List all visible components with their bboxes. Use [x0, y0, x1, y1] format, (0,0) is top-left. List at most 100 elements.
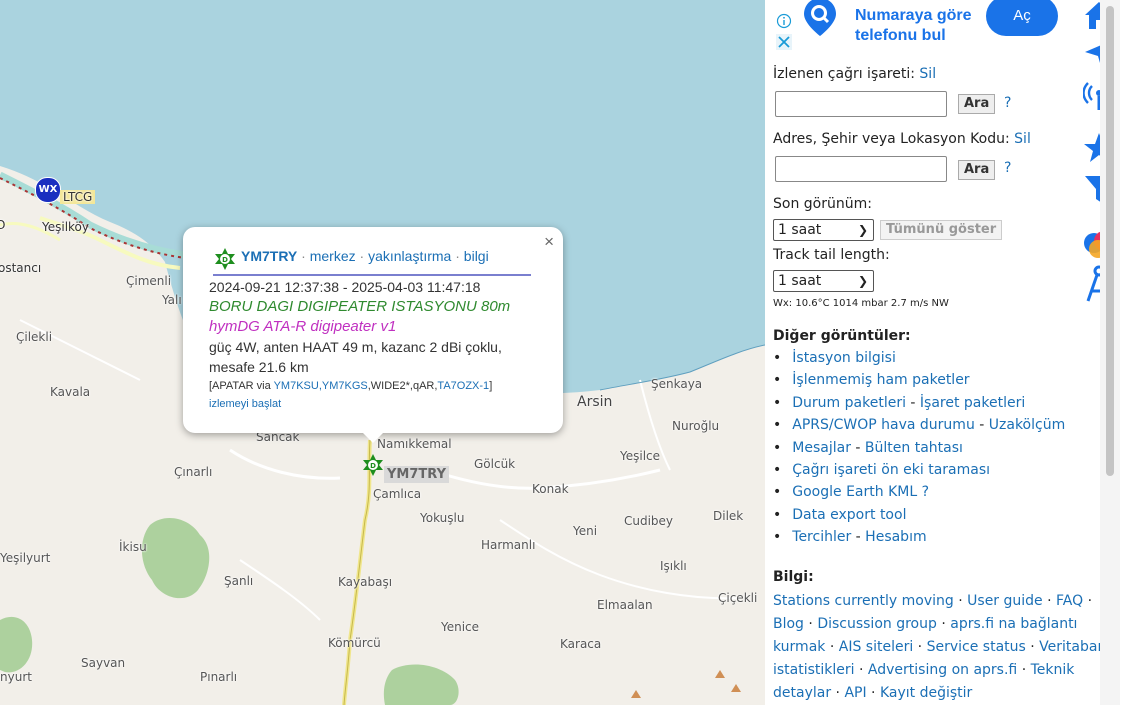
center-link[interactable]: merkez — [310, 248, 356, 264]
ad-line-1: Numaraya göre — [855, 7, 972, 24]
address-search-button[interactable]: Ara — [958, 160, 996, 180]
address-input[interactable] — [775, 156, 947, 182]
phg-info: güç 4W, anten HAAT 49 m, kazanc 2 dBi ço… — [209, 339, 502, 355]
show-all-button[interactable]: Tümünü göster — [880, 220, 1003, 240]
telemetry-link[interactable]: Uzaköl­çüm — [989, 417, 1065, 433]
start-tracking-link[interactable]: izlemeyi başlat — [209, 398, 281, 410]
place-label: ostancı — [0, 261, 42, 275]
scrollbar[interactable] — [1100, 0, 1120, 705]
address-clear-link[interactable]: Sil — [1014, 131, 1031, 147]
place-label: Yalı — [162, 293, 182, 307]
popup-close-button[interactable]: × — [544, 232, 554, 252]
list-item: Data export tool — [773, 507, 1103, 529]
scrollbar-thumb[interactable] — [1106, 6, 1114, 476]
place-label: Arsin — [577, 394, 613, 410]
popup-body: 2024-09-21 12:37:38 - 2025-04-03 11:47:1… — [209, 277, 543, 413]
place-label: Şanlı — [224, 574, 254, 588]
preferences-link[interactable]: Tercihler — [792, 529, 851, 545]
info-icon[interactable] — [776, 13, 792, 29]
ltcg-label: LTCG — [60, 190, 96, 204]
info-link[interactable]: User guide — [967, 593, 1043, 609]
zoom-link[interactable]: yakınlaştırma — [368, 248, 451, 264]
track-tail-label: Track tail length: — [773, 247, 890, 263]
info-link[interactable]: FAQ — [1056, 593, 1083, 609]
info-link[interactable]: AIS siteleri — [839, 639, 913, 655]
tracked-search-button[interactable]: Ara — [958, 94, 996, 114]
tracked-help-link[interactable]: ? — [1004, 95, 1011, 111]
place-label: Namıkkemal — [377, 437, 452, 451]
address-help-link[interactable]: ? — [1004, 160, 1011, 176]
ad-open-button[interactable]: Aç — [986, 0, 1058, 36]
info-link[interactable]: API — [844, 685, 866, 701]
wx-station-marker[interactable]: WX — [35, 177, 61, 203]
address-label: Adres, Şehir veya Lokasyon Kodu: Sil — [773, 131, 1031, 147]
place-label: Harmanlı — [481, 538, 536, 552]
place-label: Çimenli — [126, 274, 172, 288]
ad-line-2: telefonu bul — [855, 27, 946, 44]
place-label: Çamlıca — [373, 487, 422, 501]
path-mid: ,WIDE2*,qAR, — [367, 380, 438, 392]
list-item: Google Earth KML ? — [773, 484, 1103, 506]
path-igate-link[interactable]: TA7OZX-1 — [437, 380, 489, 392]
info-link[interactable]: Advertising on aprs.fi — [868, 662, 1017, 678]
popup-callsign-link[interactable]: YM7TRY — [241, 248, 297, 264]
place-label: Kavala — [50, 385, 91, 399]
popup-header: YM7TRY · merkez · yakınlaştırma · bilgi — [213, 248, 531, 276]
kml-link[interactable]: Google Earth KML — [792, 484, 917, 500]
station-info-link[interactable]: İstasyon bilgisi — [792, 350, 896, 366]
place-label: O — [0, 218, 6, 232]
tracked-callsign-input[interactable] — [775, 91, 947, 117]
tracked-callsign-label: İzlenen çağrı işareti: Sil — [773, 66, 936, 82]
info-link[interactable]: Discussion group — [817, 616, 937, 632]
chevron-down-icon: ❯ — [857, 223, 868, 237]
account-link[interactable]: Hesabım — [865, 529, 926, 545]
tracked-clear-link[interactable]: Sil — [919, 66, 936, 82]
place-label: Sayvan — [81, 656, 126, 670]
messages-link[interactable]: Mesajlar — [792, 440, 851, 456]
list-item: APRS/CWOP hava durumu - Uzaköl­çüm — [773, 417, 1103, 439]
place-label: Gölcük — [474, 457, 516, 471]
place-label: Yeşilyurt — [0, 551, 51, 565]
info-link[interactable]: bilgi — [464, 248, 489, 264]
info-link[interactable]: Service status — [927, 639, 1026, 655]
weather-readout: Wx: 10.6°C 1014 mbar 2.7 m/s NW — [773, 298, 949, 309]
ad-text[interactable]: Numaraya göre telefonu bul — [855, 6, 972, 46]
info-link[interactable]: Blog — [773, 616, 804, 632]
info-link[interactable]: Stations currently moving — [773, 593, 954, 609]
place-label: Kömürcü — [328, 636, 381, 650]
info-link[interactable]: Kayıt değiştir — [880, 685, 972, 701]
list-item: İstasyon bilgisi — [773, 350, 1103, 372]
weather-link[interactable]: APRS/CWOP hava durumu — [792, 417, 975, 433]
prefix-scan-link[interactable]: Çağrı işareti ön eki taraması — [792, 462, 990, 478]
path-digi-links[interactable]: YM7KSU,YM7KGS — [274, 380, 368, 392]
svg-text:D: D — [370, 462, 376, 470]
track-tail-select[interactable]: 1 saat ❯ — [773, 270, 874, 292]
place-label: Işıklı — [660, 559, 687, 573]
place-label: Çınarlı — [174, 465, 213, 479]
other-views-title: Diğer görüntüler: — [773, 328, 911, 344]
distance-info: mesafe 21.6 km — [209, 359, 309, 375]
status-packets-link[interactable]: Durum paketleri — [792, 395, 906, 411]
separator: · — [359, 248, 365, 264]
place-label: Kayabaşı — [338, 575, 393, 589]
track-tail-value: 1 saat — [778, 273, 822, 289]
ad-banner[interactable]: Numaraya göre telefonu bul Aç — [774, 0, 1065, 52]
last-seen-select[interactable]: 1 saat ❯ — [773, 219, 874, 241]
raw-packets-link[interactable]: İşlenmemiş ham paketler — [792, 372, 969, 388]
place-label: Çiçekli — [718, 591, 758, 605]
track-row: izlemeyi başlat — [209, 395, 543, 413]
path-suffix: ] — [489, 380, 493, 392]
data-export-link[interactable]: Data export tool — [792, 507, 906, 523]
chevron-down-icon: ❯ — [857, 274, 868, 288]
place-label: Çilekli — [16, 330, 53, 344]
station-label[interactable]: YM7TRY — [384, 466, 449, 483]
close-x-icon[interactable] — [776, 34, 792, 50]
map-view[interactable]: WX LTCG Yeşilköy O ostancı Çimenli Yalı … — [0, 0, 765, 705]
bulletin-link[interactable]: Bülten tahtası — [865, 440, 963, 456]
list-item: Durum paketleri - İşaret paketleri — [773, 395, 1103, 417]
station-marker-icon[interactable]: D — [361, 453, 385, 477]
kml-help-link[interactable]: ? — [922, 484, 929, 500]
beacon-packets-link[interactable]: İşaret paketleri — [920, 395, 1025, 411]
place-label: Yenice — [441, 620, 480, 634]
place-label: Yeşilce — [620, 449, 661, 463]
